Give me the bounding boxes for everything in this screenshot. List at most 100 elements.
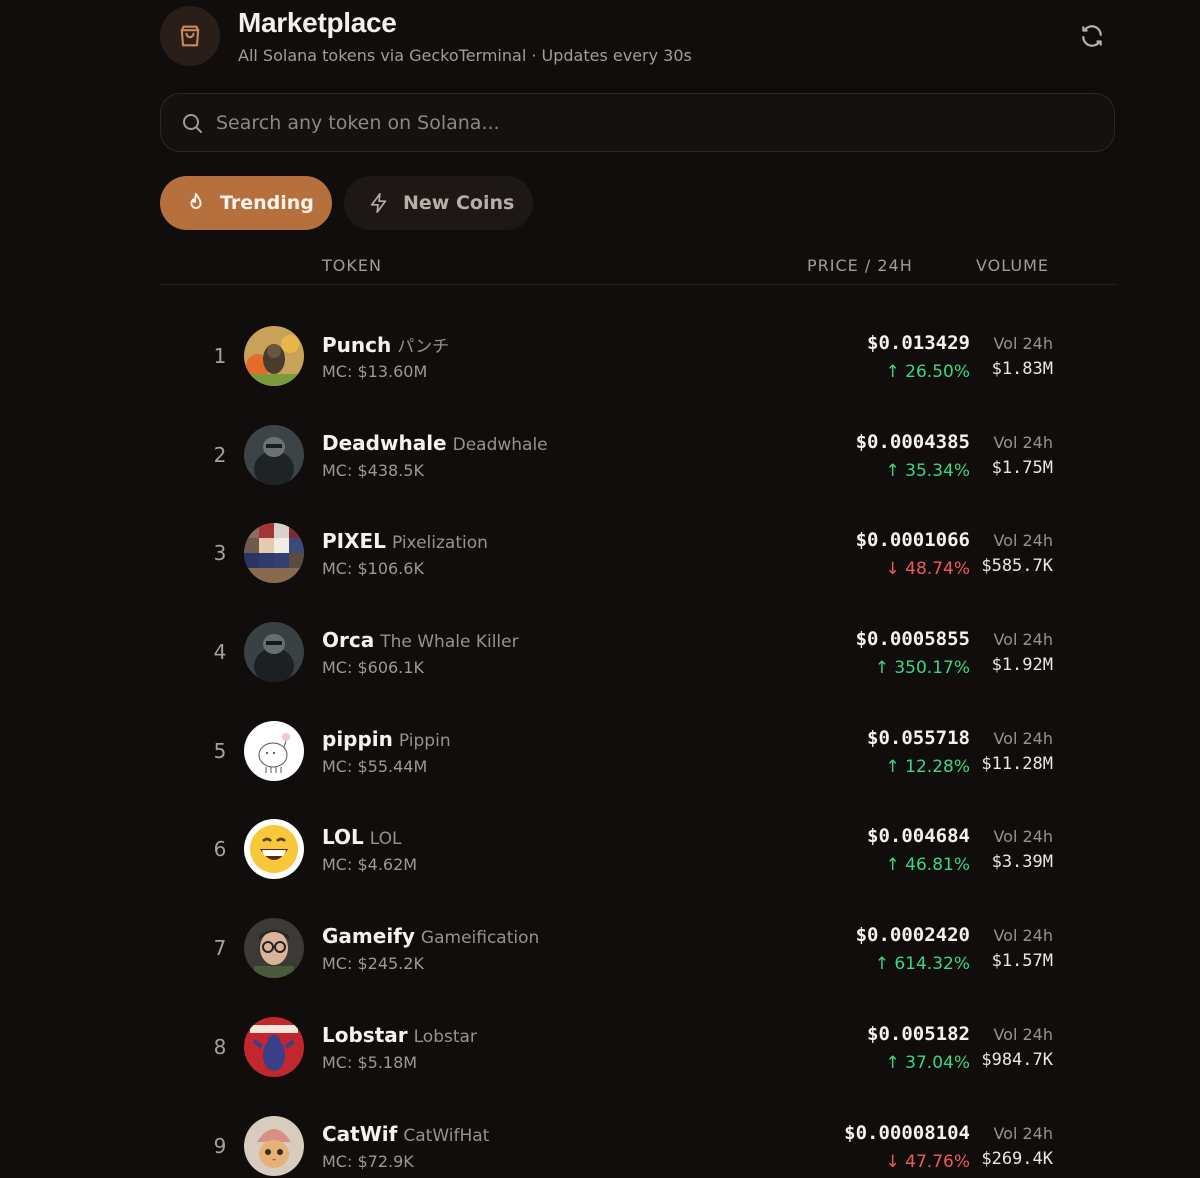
token-market-cap: MC: $55.44M — [322, 756, 428, 776]
token-price: $0.005182 — [867, 1022, 970, 1045]
table-row[interactable]: 7 Gameify Gameification MC: $245.2K $0.00… — [0, 899, 1200, 998]
token-price: $0.0004385 — [855, 430, 970, 453]
token-name: Gameification — [420, 928, 540, 949]
column-header-token[interactable]: TOKEN — [322, 256, 382, 275]
token-volume: $269.4K — [981, 1148, 1053, 1169]
token-price: $0.004684 — [867, 825, 970, 848]
token-price: $0.0002420 — [855, 924, 970, 947]
shopping-bag-icon — [160, 6, 220, 66]
token-avatar — [244, 1115, 304, 1176]
token-change: ↓ 47.76% — [885, 1151, 970, 1172]
volume-label: Vol 24h — [993, 1024, 1053, 1044]
tab-trending-label: Trending — [220, 192, 314, 214]
token-symbol-container: Gameify Gameification — [322, 924, 539, 948]
token-name: Pixelization — [391, 533, 488, 554]
token-market-cap: MC: $13.60M — [322, 362, 428, 381]
table-row[interactable]: 3 PIXEL Pixelization MC: $106.6K $0.0001… — [0, 504, 1200, 603]
search-bar[interactable] — [160, 93, 1115, 152]
token-avatar — [244, 1016, 304, 1077]
token-price: $0.00008104 — [844, 1121, 970, 1144]
table-row[interactable]: 4 Orca The Whale Killer MC: $606.1K $0.00… — [0, 603, 1200, 702]
volume-label: Vol 24h — [993, 728, 1053, 748]
token-change: ↑ 12.28% — [885, 756, 970, 777]
token-market-cap: MC: $106.6K — [322, 559, 424, 579]
token-volume: $1.83M — [991, 359, 1053, 379]
token-avatar — [244, 424, 304, 485]
table-row[interactable]: 5 pippin Pippin MC: $55.44M $0.055718 ↑ … — [0, 702, 1200, 801]
table-row[interactable]: 6 LOL LOL MC: $4.62M $0.004684 ↑ 46.81% V… — [0, 800, 1200, 899]
volume-label: Vol 24h — [993, 1123, 1053, 1143]
flame-icon — [185, 192, 207, 214]
refresh-button[interactable] — [1076, 20, 1108, 52]
token-avatar — [244, 819, 304, 880]
token-rank: 6 — [213, 837, 227, 862]
tab-trending[interactable]: Trending — [160, 176, 332, 230]
table-row[interactable]: 2 Deadwhale Deadwhale MC: $438.5K $0.0004… — [0, 406, 1200, 505]
token-symbol-container: Lobstar Lobstar — [322, 1023, 477, 1047]
table-row[interactable]: 9 CatWif CatWifHat MC: $72.9K $0.00008104… — [0, 1097, 1200, 1178]
token-name: CatWifHat — [403, 1125, 490, 1146]
token-name: Deadwhale — [452, 434, 548, 455]
token-price: $0.013429 — [867, 332, 970, 354]
token-symbol: PIXEL — [322, 529, 386, 554]
token-symbol-container: Orca The Whale Killer — [322, 628, 519, 652]
token-change: ↑ 35.34% — [885, 460, 970, 481]
token-market-cap: MC: $72.9K — [322, 1151, 414, 1171]
token-name: LOL — [369, 829, 402, 850]
token-symbol: Punch — [322, 333, 392, 357]
token-symbol-container: Punch パンチ — [322, 332, 449, 357]
token-volume: $1.75M — [991, 457, 1053, 478]
token-volume: $3.39M — [991, 852, 1053, 873]
volume-label: Vol 24h — [993, 827, 1053, 847]
token-avatar — [244, 326, 304, 386]
tab-new-coins[interactable]: New Coins — [344, 176, 533, 230]
token-avatar — [244, 918, 304, 979]
token-rank: 8 — [213, 1034, 227, 1059]
token-symbol-container: PIXEL Pixelization — [322, 529, 488, 553]
page-title: Marketplace — [238, 7, 397, 38]
table-divider — [160, 284, 1115, 285]
token-rank: 7 — [213, 936, 227, 961]
token-volume: $1.92M — [991, 655, 1053, 676]
token-market-cap: MC: $4.62M — [322, 855, 418, 875]
token-rank: 3 — [213, 541, 227, 566]
lightning-icon — [368, 192, 390, 214]
token-avatar — [244, 622, 304, 683]
volume-label: Vol 24h — [993, 432, 1053, 452]
token-change: ↑ 37.04% — [885, 1052, 970, 1073]
token-price: $0.0001066 — [855, 529, 970, 552]
token-avatar — [244, 720, 304, 781]
token-volume: $11.28M — [981, 753, 1053, 774]
token-name: Lobstar — [413, 1026, 477, 1047]
volume-label: Vol 24h — [993, 531, 1053, 551]
token-name: パンチ — [397, 337, 450, 357]
token-change: ↑ 614.32% — [874, 954, 970, 975]
token-symbol: Gameify — [322, 924, 415, 949]
token-rank: 4 — [213, 640, 227, 665]
token-price: $0.0005855 — [855, 628, 970, 651]
token-change: ↓ 48.74% — [885, 559, 970, 580]
search-input[interactable] — [216, 94, 1114, 151]
token-rank: 5 — [213, 738, 227, 763]
token-volume: $1.57M — [991, 951, 1053, 972]
volume-label: Vol 24h — [993, 926, 1053, 946]
column-header-price[interactable]: PRICE / 24H — [807, 256, 913, 275]
token-volume: $585.7K — [981, 556, 1053, 577]
token-avatar — [244, 523, 304, 584]
table-row[interactable]: 1 Punch パンチ MC: $13.60M $0.013429 ↑ 26.50… — [0, 307, 1200, 406]
refresh-icon — [1082, 25, 1102, 47]
token-rank: 1 — [213, 344, 227, 368]
token-symbol-container: pippin Pippin — [322, 727, 451, 751]
column-header-volume[interactable]: VOLUME — [976, 256, 1049, 275]
token-rank: 9 — [213, 1133, 227, 1158]
marketplace-page: Marketplace All Solana tokens via GeckoT… — [0, 0, 1200, 1178]
volume-label: Vol 24h — [993, 334, 1053, 353]
token-name: Pippin — [398, 730, 451, 751]
token-change: ↑ 26.50% — [885, 362, 970, 382]
table-row[interactable]: 8 Lobstar Lobstar MC: $5.18M $0.005182 ↑ … — [0, 998, 1200, 1097]
token-symbol-container: CatWif CatWifHat — [322, 1122, 489, 1146]
token-symbol: Deadwhale — [322, 430, 447, 455]
token-symbol: pippin — [322, 726, 393, 751]
token-price: $0.055718 — [867, 726, 970, 749]
page-subtitle: All Solana tokens via GeckoTerminal · Up… — [238, 46, 692, 65]
